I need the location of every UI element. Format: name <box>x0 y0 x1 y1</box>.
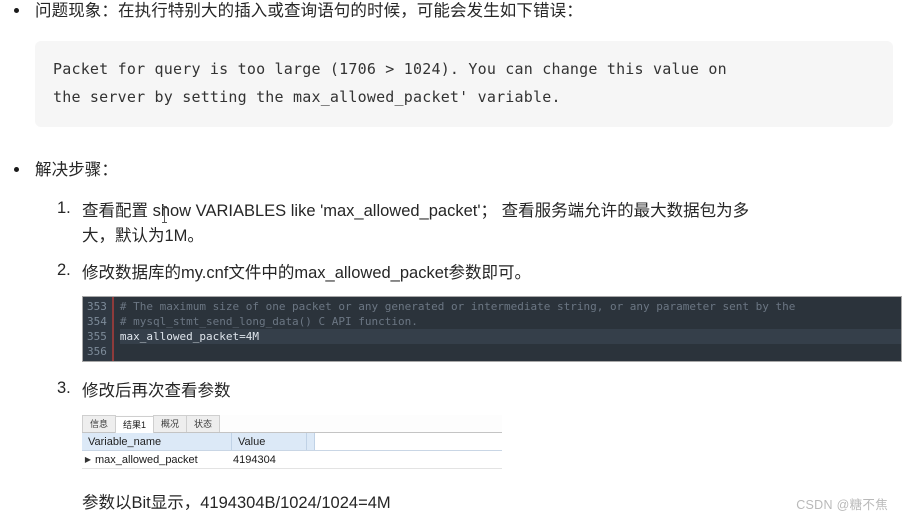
grid-column-headers: Variable_name Value <box>82 433 502 452</box>
step-item-1: 1. 查看配置 show VARIABLES like 'max_allowed… <box>57 199 904 249</box>
tab-status[interactable]: 状态 <box>186 415 221 433</box>
editor-code-line: # mysql_stmt_send_long_data() C API func… <box>119 314 418 328</box>
step-text-line-1: 查看配置 show VARIABLES like 'max_allowed_pa… <box>82 202 750 221</box>
editor-code-line: # The maximum size of one packet or any … <box>119 299 796 313</box>
result-tab-bar: 信息 结果1 概况 状态 <box>82 415 502 434</box>
result-caption: 参数以Bit显示，4194304B/1024/1024=4M <box>82 494 391 513</box>
step-text-line-2: 大，默认为1M。 <box>82 227 204 246</box>
step-number: 1. <box>57 199 71 218</box>
cell-variable-name: max_allowed_packet <box>95 453 198 466</box>
my-cnf-editor-screenshot: 353 354 355 356 # The maximum size of on… <box>82 295 902 362</box>
bullet-dot-icon <box>14 8 19 13</box>
step-number: 2. <box>57 260 71 279</box>
error-line-1: Packet for query is too large (1706 > 10… <box>53 59 727 78</box>
column-header-variable-name[interactable]: Variable_name <box>82 433 232 451</box>
error-line-2: the server by setting the max_allowed_pa… <box>53 87 561 106</box>
line-number: 354 <box>87 314 107 328</box>
step-text-line-1: 修改后再次查看参数 <box>82 381 231 400</box>
step-number: 3. <box>57 378 71 397</box>
step-item-3: 3. 修改后再次查看参数 信息 结果1 概况 状态 Variable_name … <box>57 379 904 517</box>
cell-value: 4194304 <box>233 453 276 466</box>
row-selector-icon: ▶ <box>84 455 92 465</box>
csdn-watermark: CSDN @糖不焦 <box>796 498 888 512</box>
editor-code-line <box>120 344 901 359</box>
line-number: 355 <box>87 329 107 343</box>
step-text-line-1: 修改数据库的my.cnf文件中的max_allowed_packet参数即可。 <box>82 263 531 282</box>
list-item-solution: 解决步骤： 1. 查看配置 show VARIABLES like 'max_a… <box>0 159 904 516</box>
line-number: 353 <box>87 299 107 313</box>
table-row[interactable]: ▶ max_allowed_packet 4194304 <box>82 451 502 470</box>
column-header-spacer <box>307 433 315 451</box>
solution-heading: 解决步骤： <box>35 161 118 180</box>
editor-line-number-gutter: 353 354 355 356 <box>83 296 114 361</box>
editor-code-line-active: max_allowed_packet=4M <box>119 328 901 344</box>
line-number: 356 <box>87 344 107 358</box>
step-item-2: 2. 修改数据库的my.cnf文件中的max_allowed_packet参数即… <box>57 261 904 362</box>
query-result-grid-screenshot: 信息 结果1 概况 状态 Variable_name Value ▶ max_a… <box>82 415 502 470</box>
top-level-list: 问题现象：在执行特别大的插入或查询语句的时候，可能会发生如下错误： Packet… <box>0 0 904 516</box>
bullet-dot-icon <box>14 167 19 173</box>
editor-code-area: # The maximum size of one packet or any … <box>114 297 901 361</box>
problem-description: 问题现象：在执行特别大的插入或查询语句的时候，可能会发生如下错误： <box>35 2 583 20</box>
tab-result1[interactable]: 结果1 <box>115 416 155 434</box>
error-message-block: Packet for query is too large (1706 > 10… <box>35 40 893 128</box>
document-body: 问题现象：在执行特别大的插入或查询语句的时候，可能会发生如下错误： Packet… <box>0 0 904 521</box>
tab-profile[interactable]: 概况 <box>153 415 188 433</box>
list-item-problem: 问题现象：在执行特别大的插入或查询语句的时候，可能会发生如下错误： Packet… <box>0 0 904 128</box>
tab-info[interactable]: 信息 <box>82 415 117 433</box>
solution-steps-list: 1. 查看配置 show VARIABLES like 'max_allowed… <box>35 199 904 516</box>
column-header-value[interactable]: Value <box>232 433 307 451</box>
